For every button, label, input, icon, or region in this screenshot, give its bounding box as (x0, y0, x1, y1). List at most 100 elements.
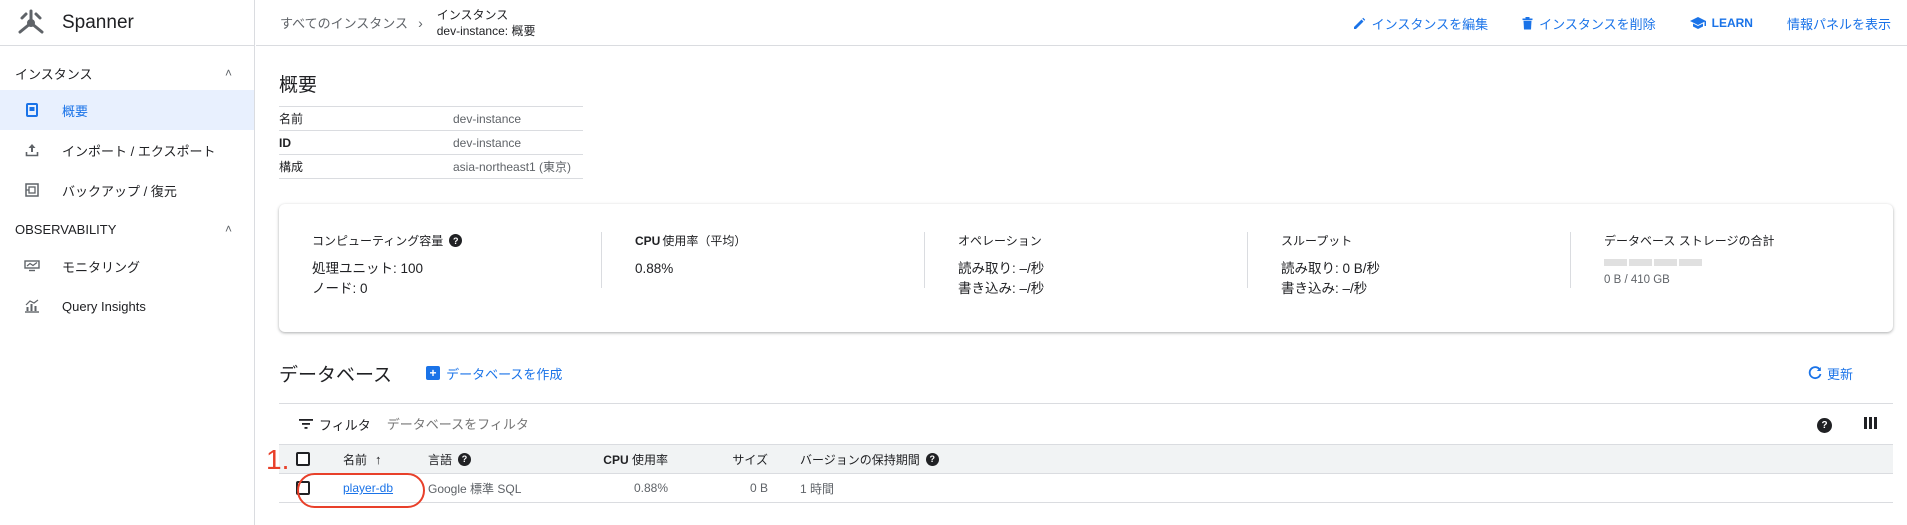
sidebar-item-backup[interactable]: バックアップ / 復元 (0, 170, 254, 210)
info-key: ID (279, 135, 291, 150)
filter-label: フィルタ (319, 417, 371, 433)
sidebar-item-label: Query Insights (62, 298, 146, 314)
table-header: 名前 ↑ 言語 ? CPU 使用率 サイズ バージョンの保持期間 ? (279, 445, 1893, 474)
learn-button[interactable]: LEARN (1689, 16, 1753, 30)
info-value: dev-instance (453, 135, 522, 150)
help-icon[interactable]: ? (925, 452, 939, 466)
metric-storage-total: データベース ストレージの合計 0 B / 410 GB (1570, 232, 1893, 332)
nav-section-instance[interactable]: インスタンス ˄ (0, 56, 254, 90)
annotation-step-number: 1. (266, 444, 290, 475)
metric-compute-capacity: コンピューティング容量 ? 処理ユニット: 100 ノード: 0 (279, 232, 601, 332)
help-icon[interactable]: ? (458, 452, 472, 466)
sidebar: Spanner インスタンス ˄ 概要 インポート / エクスポート バックアッ… (0, 0, 255, 525)
column-header-label: バージョンの保持期間 (800, 452, 920, 467)
filter-icon (299, 419, 313, 429)
column-header-size[interactable]: サイズ (668, 451, 768, 468)
column-header-name[interactable]: 名前 ↑ (343, 451, 428, 468)
metric-title: コンピューティング容量 (312, 234, 444, 248)
refresh-button[interactable]: 更新 (1808, 364, 1853, 383)
help-icon[interactable]: ? (1817, 417, 1832, 433)
upload-icon (24, 142, 40, 158)
show-info-panel-button[interactable]: 情報パネルを表示 (1787, 14, 1891, 33)
info-value: dev-instance (453, 111, 522, 126)
create-database-button[interactable]: + データベースを作成 (426, 364, 562, 383)
metric-value: 読み取り: 0 B/秒 (1281, 261, 1381, 276)
breadcrumb-root-link[interactable]: すべてのインスタンス (280, 13, 408, 32)
database-cpu: 0.88% (633, 481, 668, 495)
metric-title: 使用率（平均） (662, 234, 747, 248)
arrow-up-icon[interactable]: ↑ (375, 452, 382, 467)
column-header-cpu[interactable]: CPU 使用率 (548, 451, 668, 468)
column-header-label: 言語 (428, 452, 453, 467)
column-header-retention[interactable]: バージョンの保持期間 ? (768, 451, 968, 468)
show-info-panel-label: 情報パネルを表示 (1786, 16, 1891, 32)
sidebar-item-monitoring[interactable]: モニタリング (0, 246, 254, 286)
column-header-label: 名前 (343, 452, 368, 467)
databases-header: データベース + データベースを作成 更新 (279, 358, 1893, 388)
top-bar: すべてのインスタンス › インスタンス dev-instance: 概要 インス… (256, 0, 1907, 46)
backup-icon (24, 182, 40, 198)
filter-button[interactable]: フィルタ (299, 415, 371, 434)
filter-bar: フィルタ ? (279, 403, 1893, 445)
breadcrumb-current: インスタンス dev-instance: 概要 (437, 7, 536, 39)
metric-cpu-utilization: CPU 使用率（平均） 0.88% (601, 232, 924, 332)
sidebar-item-label: インポート / エクスポート (62, 143, 216, 159)
metric-title: スループット (1281, 234, 1353, 248)
metric-value: 読み取り: –/秒 (958, 261, 1045, 276)
breadcrumb-current-type: インスタンス (436, 7, 509, 22)
trash-icon (1522, 16, 1533, 30)
edit-instance-button[interactable]: インスタンスを編集 (1353, 14, 1488, 33)
app-title: Spanner (62, 11, 134, 33)
database-retention: 1 時間 (800, 481, 835, 496)
chevron-right-icon: › (418, 14, 423, 31)
column-header-label-bold: CPU (603, 452, 629, 467)
select-all-checkbox[interactable] (296, 452, 310, 466)
metric-value: ノード: 0 (312, 281, 368, 296)
column-header-label: 使用率 (631, 452, 668, 467)
info-row-id: ID dev-instance (279, 131, 583, 155)
info-row-config: 構成 asia-northeast1 (東京) (279, 155, 583, 179)
chevron-up-icon[interactable]: ˄ (225, 222, 232, 236)
column-display-options-icon[interactable] (1864, 416, 1877, 434)
top-actions: インスタンスを編集 インスタンスを削除 LEARN 情報パネルを表示 (1353, 0, 1891, 46)
sidebar-item-overview[interactable]: 概要 (0, 90, 254, 130)
edit-instance-label: インスタンスを編集 (1371, 16, 1489, 32)
spanner-logo-icon[interactable] (14, 6, 48, 40)
column-header-language[interactable]: 言語 ? (428, 451, 548, 468)
sidebar-item-label: バックアップ / 復元 (62, 183, 177, 199)
add-box-icon: + (426, 366, 441, 380)
info-value: asia-northeast1 (東京) (453, 160, 572, 174)
refresh-icon (1808, 366, 1822, 380)
overview-icon (24, 102, 40, 118)
chevron-up-icon[interactable]: ˄ (225, 66, 232, 80)
filter-input[interactable] (386, 416, 687, 432)
metric-title: データベース ストレージの合計 (1604, 234, 1775, 248)
pencil-icon (1353, 17, 1366, 30)
sidebar-item-import-export[interactable]: インポート / エクスポート (0, 130, 254, 170)
nav-section-label: インスタンス (15, 66, 93, 82)
metric-title-bold: CPU (635, 233, 661, 248)
metric-operations: オペレーション 読み取り: –/秒 書き込み: –/秒 (924, 232, 1247, 332)
databases-table: 名前 ↑ 言語 ? CPU 使用率 サイズ バージョンの保持期間 ? playe… (279, 445, 1893, 503)
database-language: Google 標準 SQL (428, 481, 522, 496)
sidebar-item-label: 概要 (62, 103, 89, 119)
metric-value: 書き込み: –/秒 (1281, 281, 1368, 296)
monitoring-icon (24, 258, 40, 274)
nav-section-observability[interactable]: OBSERVABILITY ˄ (0, 212, 254, 246)
brand-header: Spanner (0, 0, 254, 46)
metrics-card: コンピューティング容量 ? 処理ユニット: 100 ノード: 0 CPU 使用率… (279, 204, 1893, 332)
sidebar-item-query-insights[interactable]: Query Insights (0, 286, 254, 326)
storage-usage-text: 0 B / 410 GB (1604, 274, 1670, 286)
delete-instance-button[interactable]: インスタンスを削除 (1522, 14, 1656, 33)
annotation-highlight-oval (297, 473, 425, 508)
school-icon (1689, 17, 1706, 29)
metric-value: 0.88% (635, 261, 674, 276)
nav-section-label: OBSERVABILITY (15, 221, 117, 237)
metric-title: オペレーション (958, 234, 1042, 248)
database-size: 0 B (749, 481, 768, 495)
delete-instance-label: インスタンスを削除 (1539, 16, 1656, 32)
info-row-name: 名前 dev-instance (279, 107, 583, 131)
help-icon[interactable]: ? (449, 234, 463, 247)
metric-throughput: スループット 読み取り: 0 B/秒 書き込み: –/秒 (1247, 232, 1570, 332)
insights-icon (24, 298, 40, 314)
